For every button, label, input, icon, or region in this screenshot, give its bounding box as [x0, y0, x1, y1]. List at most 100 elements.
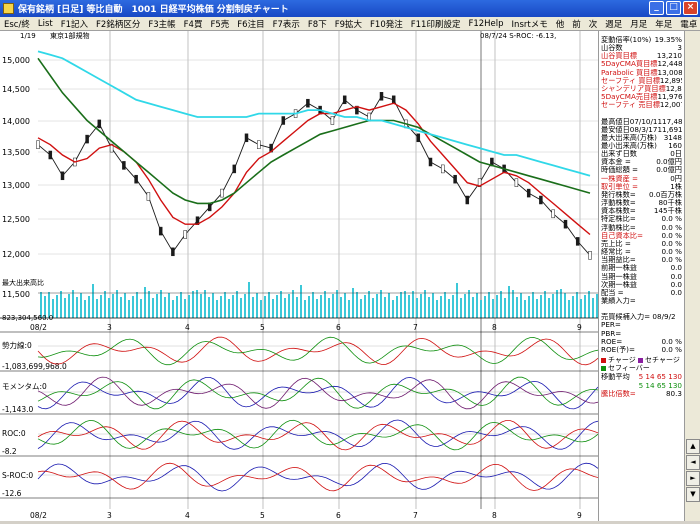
volume-bar — [160, 290, 162, 318]
volume-bar — [228, 299, 230, 318]
ma-row-2: 5 14 65 130 — [601, 382, 682, 390]
menu-weekly[interactable]: 週足 — [605, 18, 622, 30]
volume-bar — [404, 291, 406, 318]
menu-yearly[interactable]: 年足 — [655, 18, 672, 30]
info-row-value: 12,448 — [657, 60, 682, 69]
menu-next[interactable]: 次 — [589, 18, 598, 30]
info-row-label: シャンデリア買目標 — [601, 84, 666, 93]
info-row-value: 0.0 — [670, 288, 682, 297]
menu-f5[interactable]: F5売 — [210, 18, 229, 30]
volume-bar — [484, 296, 486, 318]
maximize-button[interactable]: □ — [666, 1, 681, 15]
chart-panel[interactable]: 1/19 東京1部規物 08/7/24 S-ROC: -6.13, 15,000… — [0, 31, 599, 521]
candle — [244, 133, 249, 143]
ind3-label: ROC:0 — [2, 429, 26, 438]
volume-bar — [156, 294, 158, 318]
candle — [232, 164, 237, 174]
menu-f4[interactable]: F4買 — [184, 18, 203, 30]
menu-f7[interactable]: F7表示 — [273, 18, 300, 30]
volume-bar — [592, 298, 594, 318]
volume-bar — [328, 298, 330, 318]
menu-prev[interactable]: 前 — [572, 18, 581, 30]
volume-bar — [424, 290, 426, 318]
ind4-label: S-ROC:0 — [2, 471, 33, 480]
price-tick: 13,500 — [2, 148, 30, 157]
month-label: 6 — [336, 511, 341, 520]
volume-bar — [552, 294, 554, 318]
volume-bar — [340, 297, 342, 318]
volume-bar — [88, 296, 90, 318]
volume-bar — [560, 289, 562, 318]
scroll-right-button[interactable]: ► — [686, 471, 700, 486]
price-tick: 14,500 — [2, 85, 30, 94]
menu-calculator[interactable]: 電卓 — [680, 18, 697, 30]
legend: チャージ セチャージ セフィーバー — [601, 356, 682, 372]
menu-f11[interactable]: F11印刷設定 — [411, 18, 461, 30]
menu-monthly[interactable]: 月足 — [630, 18, 647, 30]
menu-other[interactable]: 他 — [556, 18, 565, 30]
info-row-value: 3 — [677, 44, 682, 53]
volume-bar — [256, 293, 258, 318]
info-row-label: 5DayCMA買目標 — [601, 60, 658, 69]
volume-bar — [312, 292, 314, 318]
info-row: 最小出来高(万株) 160 — [601, 142, 682, 150]
info-row: ROE= 0.0 % — [601, 338, 682, 346]
market-label: 東京1部規物 — [50, 31, 89, 40]
menu-f8[interactable]: F8下 — [308, 18, 327, 30]
info-row-value: 0.0 % — [661, 231, 682, 240]
ratio-label: 騰比倍数= — [601, 389, 636, 398]
volume-bar — [432, 293, 434, 318]
info-row-value: 0.0 % — [661, 223, 682, 232]
candle — [122, 161, 126, 170]
volume-bar — [112, 294, 114, 318]
volume-bar — [96, 299, 98, 318]
menu-f9[interactable]: F9拡大 — [335, 18, 362, 30]
scroll-down-button[interactable]: ▼ — [686, 487, 700, 502]
info-row: 最安値日08/3/17 11,691 — [601, 126, 682, 134]
price-tick: 14,000 — [2, 117, 30, 126]
menu-f1[interactable]: F1記入 — [61, 18, 88, 30]
month-label: 3 — [107, 323, 112, 332]
menu-list[interactable]: List — [38, 19, 53, 29]
minimize-button[interactable]: _ — [649, 1, 664, 15]
scroll-left-button[interactable]: ◄ — [686, 455, 700, 470]
candle — [281, 116, 286, 125]
volume-bar — [288, 294, 290, 318]
menu-esc[interactable]: Esc/終 — [4, 18, 30, 30]
info-row: 一株資産 = 0円 — [601, 175, 682, 183]
menu-f10[interactable]: F10発注 — [370, 18, 403, 30]
chart-date-label: 1/19 — [20, 32, 36, 40]
info-row-label: 経常比 = — [601, 248, 631, 257]
info-row-value: 0.0 — [670, 264, 682, 273]
info-row: 出来ず日数 0日 — [601, 150, 682, 158]
info-row: 当期一株益 0.0 — [601, 273, 682, 281]
info-row-value: 0.0 % — [661, 248, 682, 257]
volume-bar — [216, 300, 218, 318]
info-row: 5DayCMA買目標 12,448 — [601, 60, 682, 68]
menu-f6[interactable]: F6注目 — [237, 18, 264, 30]
menu-f2[interactable]: F2銘柄区分 — [96, 18, 140, 30]
volume-bar — [508, 286, 510, 318]
info-row-label: 前期一株益 — [601, 264, 637, 273]
volume-bar — [240, 298, 242, 318]
volume-bar — [208, 297, 210, 318]
menu-insert[interactable]: Insrtメモ — [512, 18, 548, 30]
ind3-low: -8.2 — [2, 447, 17, 456]
volume-bar — [92, 284, 94, 318]
scroll-up-button[interactable]: ▲ — [686, 439, 700, 454]
info-row-value: 160 — [668, 142, 682, 151]
volume-bar — [444, 292, 446, 318]
info-row-label: 取引単位 = — [601, 182, 639, 191]
candle — [48, 150, 53, 160]
candle — [171, 247, 175, 257]
volume-bar — [472, 297, 474, 318]
menu-f12[interactable]: F12Help — [468, 19, 503, 29]
volume-bar — [172, 300, 174, 318]
scroll-strip[interactable]: ▲ ◄ ► ▼ — [684, 31, 700, 521]
close-button[interactable]: × — [683, 1, 698, 15]
info-row-value: 17,488 — [662, 117, 682, 126]
menu-f3[interactable]: F3主帳 — [148, 18, 175, 30]
info-row-value: 0.0 — [670, 272, 682, 281]
price-tick: 15,000 — [2, 56, 30, 65]
volume-bar — [292, 290, 294, 318]
